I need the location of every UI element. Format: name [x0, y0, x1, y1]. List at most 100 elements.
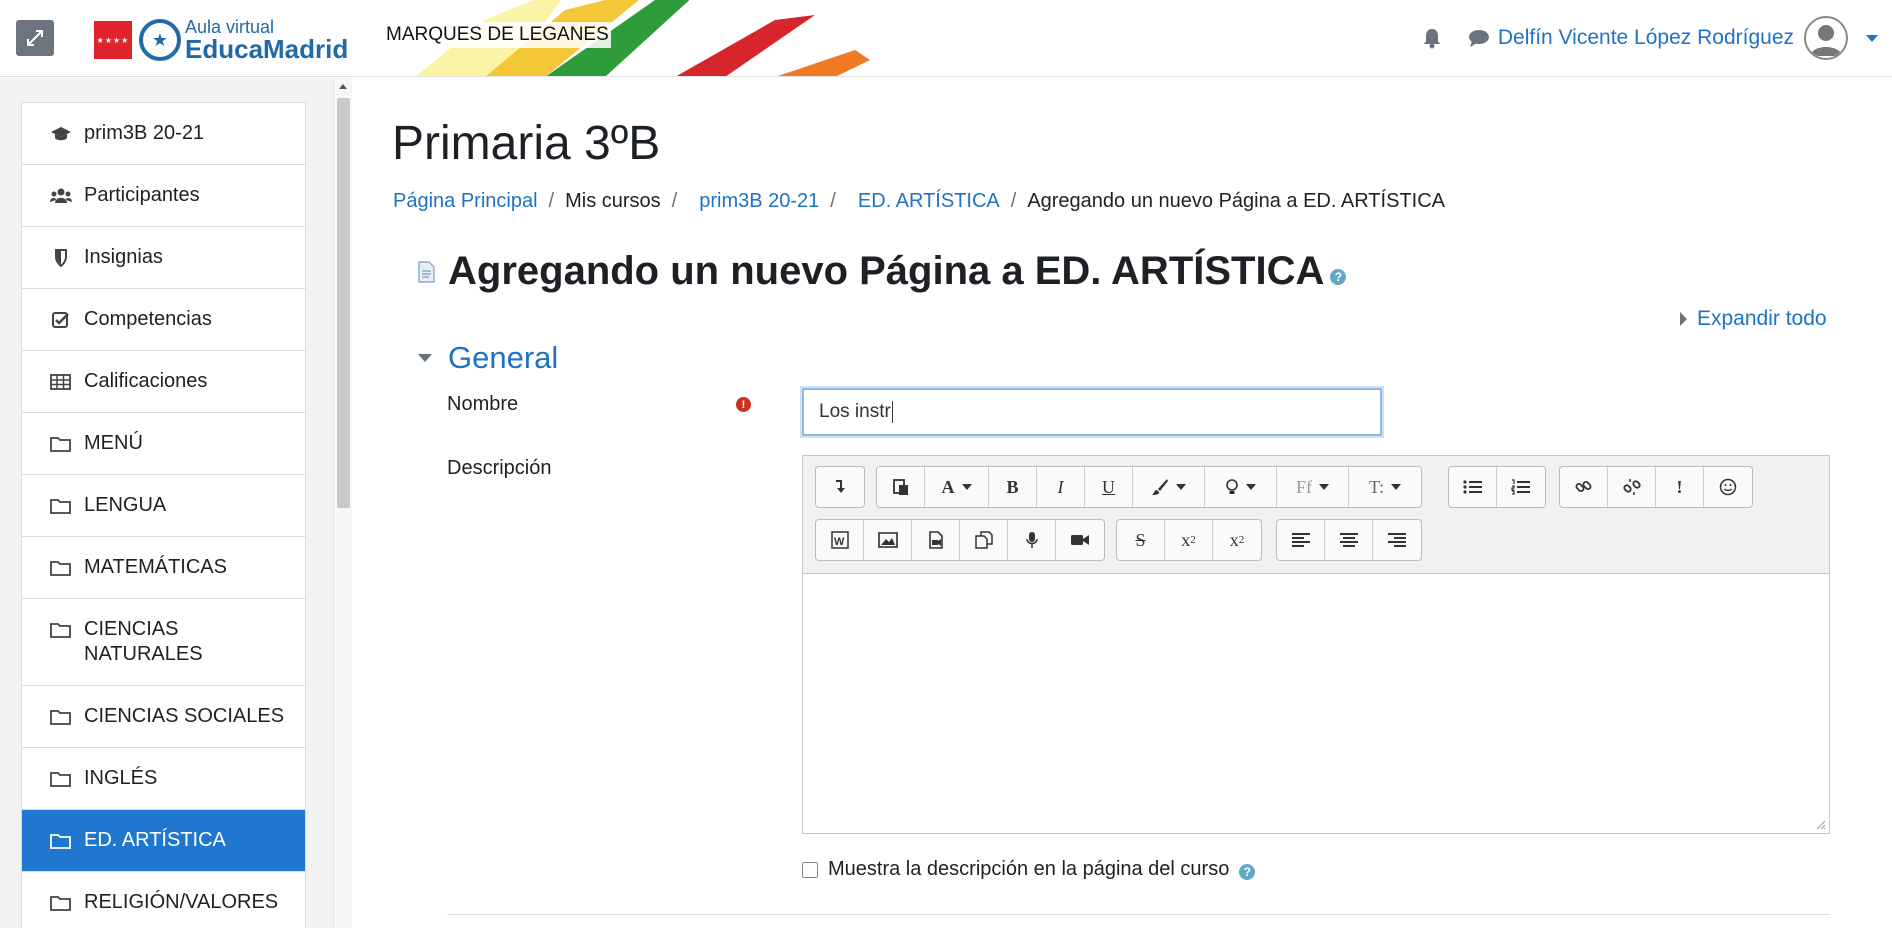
unlink-icon[interactable] [1608, 467, 1656, 507]
sidebar-item-label: RELIGIÓN/VALORES [84, 891, 279, 913]
font-family-icon[interactable]: A [925, 467, 989, 507]
sidebar-item-participants[interactable]: Participantes [22, 165, 305, 227]
underline-icon[interactable]: U [1085, 467, 1133, 507]
toolbar-group-links: ! [1559, 466, 1753, 508]
page-title: Primaria 3ºB [392, 117, 661, 170]
sidebar-item-matematicas[interactable]: MATEMÁTICAS [22, 537, 305, 599]
bullet-list-icon[interactable] [1449, 467, 1497, 507]
bell-icon[interactable] [1422, 27, 1442, 49]
paste-icon[interactable] [877, 467, 925, 507]
sidebar-scrollbar[interactable] [333, 78, 352, 928]
toolbar-group-media: W [815, 519, 1105, 561]
folder-icon [50, 555, 72, 580]
link-icon[interactable] [1560, 467, 1608, 507]
show-description-checkbox[interactable] [802, 861, 818, 878]
fullscreen-toggle-button[interactable] [16, 20, 54, 56]
madrid-flag-icon: ★★★★ [94, 21, 132, 59]
subscript-icon[interactable]: x2 [1165, 520, 1213, 560]
expand-all-link[interactable]: Expandir todo [1680, 307, 1827, 331]
help-icon[interactable]: ? [1239, 863, 1256, 880]
exclamation-icon[interactable]: ! [1656, 467, 1704, 507]
caret-down-icon [418, 354, 432, 362]
sidebar-item-ciencias-naturales[interactable]: CIENCIAS NATURALES [22, 599, 305, 686]
microphone-icon[interactable] [1008, 520, 1056, 560]
sidebar-item-religion-valores[interactable]: RELIGIÓN/VALORES [22, 872, 305, 928]
sidebar-item-label: Insignias [84, 246, 163, 268]
sidebar-item-label: MATEMÁTICAS [84, 556, 227, 578]
sidebar-item-competencies[interactable]: Competencias [22, 289, 305, 351]
sidebar-item-label: prim3B 20-21 [84, 122, 205, 144]
image-icon[interactable] [864, 520, 912, 560]
text-size-icon[interactable]: T: [1349, 467, 1421, 507]
breadcrumb-section-link[interactable]: ED. ARTÍSTICA [858, 190, 1000, 213]
manage-files-icon[interactable] [960, 520, 1008, 560]
site-name[interactable]: MARQUES DE LEGANES [384, 22, 611, 48]
folder-icon [50, 828, 72, 853]
superscript-icon[interactable]: x2 [1213, 520, 1261, 560]
page-heading: Agregando un nuevo Página a ED. ARTÍSTIC… [416, 249, 1347, 294]
section-general-toggle[interactable]: General [418, 340, 558, 376]
folder-icon [50, 431, 72, 456]
collapse-toolbar-icon[interactable] [816, 467, 864, 507]
breadcrumb-home-link[interactable]: Página Principal [393, 190, 538, 213]
align-right-icon[interactable] [1373, 520, 1421, 560]
help-icon[interactable]: ? [1330, 268, 1347, 285]
font-size-icon[interactable]: Ff [1277, 467, 1349, 507]
sidebar-item-ed-artistica[interactable]: ED. ARTÍSTICA [22, 810, 305, 872]
description-editor: A B I U Ff T: ! W S x 2 x 2 [802, 455, 1830, 834]
breadcrumb-separator: / [830, 190, 836, 212]
toolbar-group-collapse [815, 466, 865, 508]
lightbulb-icon[interactable] [1205, 467, 1277, 507]
nombre-input[interactable]: Los instr [802, 388, 1382, 436]
sidebar-item-label: ED. ARTÍSTICA [84, 829, 226, 851]
users-icon [50, 183, 72, 208]
sidebar-item-menu[interactable]: MENÚ [22, 413, 305, 475]
user-name[interactable]: Delfín Vicente López Rodríguez [1498, 26, 1794, 50]
sidebar-item-ciencias-sociales[interactable]: CIENCIAS SOCIALES [22, 686, 305, 748]
avatar[interactable] [1804, 16, 1848, 60]
breadcrumb-my-courses: Mis cursos [565, 190, 661, 212]
scroll-thumb[interactable] [337, 98, 350, 508]
sidebar-item-label: CIENCIAS NATURALES [84, 618, 203, 665]
check-square-icon [50, 307, 72, 332]
caret-right-icon [1680, 312, 1687, 326]
sidebar-item-label: CIENCIAS SOCIALES [84, 705, 285, 727]
video-icon[interactable] [1056, 520, 1104, 560]
descripcion-label: Descripción [447, 457, 552, 479]
media-icon[interactable] [912, 520, 960, 560]
align-center-icon[interactable] [1325, 520, 1373, 560]
course-sidebar: prim3B 20-21 Participantes Insignias Com… [0, 78, 333, 928]
sidebar-item-grades[interactable]: Calificaciones [22, 351, 305, 413]
show-description-label[interactable]: Muestra la descripción en la página del … [828, 858, 1229, 881]
sidebar-item-lengua[interactable]: LENGUA [22, 475, 305, 537]
word-paste-icon[interactable]: W [816, 520, 864, 560]
brush-icon[interactable] [1133, 467, 1205, 507]
strikethrough-icon[interactable]: S [1117, 520, 1165, 560]
editor-toolbar: A B I U Ff T: ! W S x 2 x 2 [803, 456, 1829, 574]
editor-content-area[interactable] [803, 574, 1829, 833]
educamadrid-logo[interactable]: ★★★★ ★ Aula virtual EducaMadrid [94, 18, 348, 62]
toolbar-group-align [1276, 519, 1422, 561]
resize-handle-icon[interactable] [1816, 820, 1826, 830]
sidebar-item-ingles[interactable]: INGLÉS [22, 748, 305, 810]
graduation-cap-icon [50, 121, 72, 146]
sidebar-item-badges[interactable]: Insignias [22, 227, 305, 289]
section-general-title: General [448, 340, 559, 375]
numbered-list-icon[interactable] [1497, 467, 1545, 507]
sidebar-item-label: MENÚ [84, 432, 143, 454]
bold-icon[interactable]: B [989, 467, 1037, 507]
folder-icon [50, 704, 72, 729]
user-menu-caret-icon[interactable] [1866, 34, 1878, 42]
folder-icon [50, 617, 72, 642]
breadcrumb-separator: / [548, 190, 555, 212]
required-icon: ! [736, 397, 751, 412]
svg-text:W: W [834, 536, 845, 548]
breadcrumb-course-link[interactable]: prim3B 20-21 [699, 190, 819, 213]
emoticon-icon[interactable] [1704, 467, 1752, 507]
italic-icon[interactable]: I [1037, 467, 1085, 507]
breadcrumb-current: Agregando un nuevo Página a ED. ARTÍSTIC… [1027, 190, 1445, 212]
scroll-up-arrow-icon[interactable] [339, 84, 347, 89]
sidebar-item-course[interactable]: prim3B 20-21 [22, 103, 305, 165]
chat-icon[interactable] [1468, 28, 1490, 48]
align-left-icon[interactable] [1277, 520, 1325, 560]
